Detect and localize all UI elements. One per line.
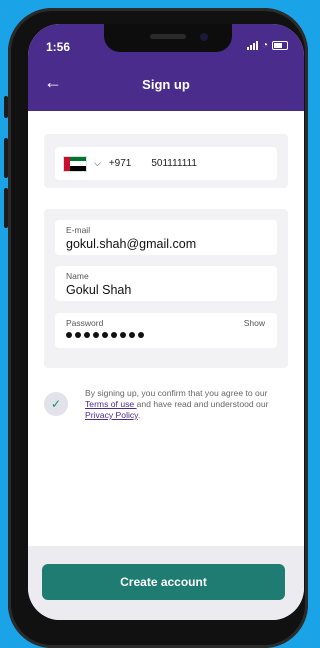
signal-icon [246, 41, 258, 50]
battery-icon [272, 41, 288, 50]
name-field[interactable]: Name Gokul Shah [55, 266, 277, 301]
email-value[interactable]: gokul.shah@gmail.com [66, 237, 196, 251]
status-icons: ◔ [246, 40, 288, 51]
top-bar: 1:56 ◔ ← Sign up [28, 24, 304, 111]
consent-text-after: . [137, 410, 141, 420]
volume-down-button [4, 188, 8, 228]
password-dot [138, 332, 144, 338]
show-password-button[interactable]: Show [244, 318, 265, 328]
camera [200, 33, 208, 41]
dial-code[interactable]: +971 [109, 158, 132, 169]
uae-flag-icon[interactable] [63, 155, 87, 172]
create-account-button[interactable]: Create account [42, 564, 285, 600]
checkmark-icon[interactable]: ✓ [44, 392, 68, 416]
password-dot [75, 332, 81, 338]
side-button [4, 96, 8, 118]
form-panel: E-mail gokul.shah@gmail.com Name Gokul S… [44, 209, 288, 368]
notch [104, 24, 232, 52]
phone-panel: ⌵ +971 501111111 [44, 134, 288, 188]
consent-text-before: By signing up, you confirm that you agre… [85, 388, 268, 398]
password-field[interactable]: Password Show [55, 313, 277, 348]
password-dot [120, 332, 126, 338]
signup-content: ⌵ +971 501111111 E-mail gokul.shah@gmail… [28, 111, 304, 541]
consent-text-middle: and have read and understood our [136, 399, 269, 409]
password-dot [84, 332, 90, 338]
password-label: Password [66, 318, 104, 328]
page-title: Sign up [142, 77, 190, 92]
password-dot [111, 332, 117, 338]
password-masked-value[interactable] [66, 332, 144, 338]
email-label: E-mail [66, 225, 91, 235]
status-time: 1:56 [46, 40, 71, 54]
password-dot [129, 332, 135, 338]
phone-frame: 1:56 ◔ ← Sign up ⌵ +971 501111111 E-mail… [4, 8, 308, 648]
phone-number-input[interactable]: 501111111 [151, 158, 197, 169]
volume-up-button [4, 138, 8, 178]
speaker [150, 34, 186, 39]
password-dot [93, 332, 99, 338]
footer-bar: Create account [28, 546, 304, 620]
password-dot [102, 332, 108, 338]
app-screen: 1:56 ◔ ← Sign up ⌵ +971 501111111 E-mail… [28, 24, 304, 620]
chevron-down-icon[interactable]: ⌵ [94, 158, 101, 169]
name-value[interactable]: Gokul Shah [66, 283, 131, 297]
privacy-policy-link[interactable]: Privacy Policy [85, 410, 138, 420]
name-label: Name [66, 271, 89, 281]
email-field[interactable]: E-mail gokul.shah@gmail.com [55, 220, 277, 255]
wifi-icon: ◔ [261, 40, 268, 51]
consent-text: By signing up, you confirm that you agre… [85, 388, 290, 421]
phone-input-row[interactable]: ⌵ +971 501111111 [55, 147, 277, 180]
password-dot [66, 332, 72, 338]
terms-of-use-link[interactable]: Terms of use [85, 399, 137, 409]
